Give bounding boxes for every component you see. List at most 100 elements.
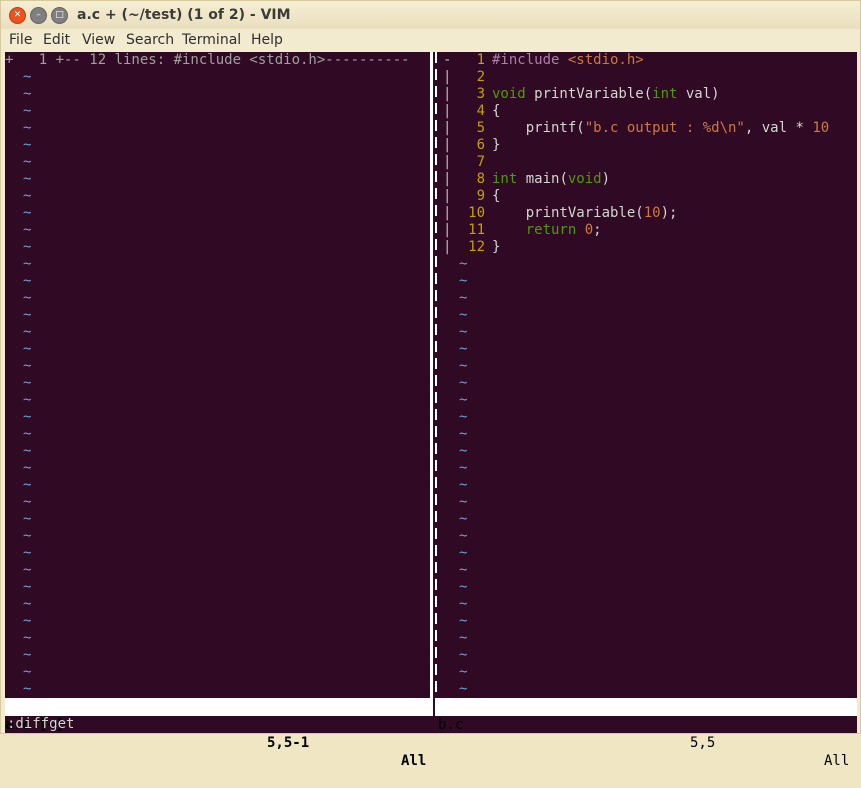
- empty-line: ~: [5, 137, 430, 154]
- right-diff-pane[interactable]: -1 #include <stdio.h> | 2 | 3 void printVariab…: [437, 52, 857, 698]
- code-token: 10: [643, 205, 661, 221]
- empty-line: ~: [437, 562, 857, 579]
- code-token: 0: [584, 222, 594, 238]
- diff-fold-column: |: [443, 154, 452, 170]
- tilde-marker: ~: [459, 528, 468, 544]
- tilde-marker: ~: [23, 273, 32, 289]
- code-line[interactable]: | 7: [437, 154, 857, 171]
- empty-line: ~: [5, 103, 430, 120]
- diff-fold-column: |: [443, 188, 452, 204]
- left-diff-pane[interactable]: + 1 +-- 12 lines: #include <stdio.h>----…: [5, 52, 430, 698]
- tilde-marker: ~: [23, 307, 32, 323]
- menu-bar: File Edit View Search Terminal Help: [1, 29, 860, 51]
- vertical-split-divider[interactable]: [430, 52, 437, 698]
- menu-help[interactable]: Help: [251, 32, 283, 48]
- empty-line: ~: [437, 681, 857, 698]
- empty-line: ~: [5, 86, 430, 103]
- maximize-icon[interactable]: □: [51, 7, 68, 24]
- tilde-marker: ~: [459, 409, 468, 425]
- empty-line: ~: [437, 392, 857, 409]
- close-icon[interactable]: ✕: [9, 7, 26, 24]
- code-token: "b.c output : %d\n": [584, 120, 745, 136]
- tilde-marker: ~: [23, 511, 32, 527]
- empty-line: ~: [437, 579, 857, 596]
- empty-line: ~: [437, 307, 857, 324]
- tilde-marker: ~: [459, 511, 468, 527]
- menu-search[interactable]: Search: [126, 32, 174, 48]
- tilde-marker: ~: [459, 579, 468, 595]
- menu-terminal[interactable]: Terminal: [182, 32, 241, 48]
- empty-line: ~: [5, 630, 430, 647]
- code-token: printf(: [492, 120, 585, 136]
- code-line[interactable]: | 8 int main(void): [437, 171, 857, 188]
- tilde-marker: ~: [459, 494, 468, 510]
- tilde-marker: ~: [23, 596, 32, 612]
- tilde-marker: ~: [459, 273, 468, 289]
- fold-line[interactable]: + 1 +-- 12 lines: #include <stdio.h>----…: [5, 52, 430, 69]
- tilde-marker: ~: [459, 324, 468, 340]
- tilde-marker: ~: [23, 154, 32, 170]
- tilde-marker: ~: [459, 545, 468, 561]
- empty-line: ~: [5, 426, 430, 443]
- code-line[interactable]: | 10 printVariable(10);: [437, 205, 857, 222]
- empty-line: ~: [437, 477, 857, 494]
- menu-file[interactable]: File: [9, 32, 32, 48]
- tilde-marker: ~: [23, 256, 32, 272]
- terminal[interactable]: + 1 +-- 12 lines: #include <stdio.h>----…: [5, 52, 857, 769]
- code-line[interactable]: | 11 return 0;: [437, 222, 857, 239]
- menu-view[interactable]: View: [82, 32, 115, 48]
- empty-line: ~: [5, 154, 430, 171]
- diff-fold-column: |: [443, 171, 452, 187]
- tilde-marker: ~: [459, 596, 468, 612]
- tilde-marker: ~: [23, 188, 32, 204]
- code-line[interactable]: -1 #include <stdio.h>: [437, 52, 857, 69]
- minimize-icon[interactable]: –: [30, 7, 47, 24]
- code-line[interactable]: | 9{: [437, 188, 857, 205]
- empty-line: ~: [437, 290, 857, 307]
- tilde-marker: ~: [23, 528, 32, 544]
- diff-fold-column: |: [443, 69, 452, 85]
- code-line[interactable]: | 6}: [437, 137, 857, 154]
- empty-line: ~: [5, 494, 430, 511]
- tilde-marker: ~: [23, 494, 32, 510]
- tilde-marker: ~: [23, 103, 32, 119]
- empty-line: ~: [437, 545, 857, 562]
- tilde-marker: ~: [23, 409, 32, 425]
- code-token: void: [492, 86, 526, 102]
- tilde-marker: ~: [23, 545, 32, 561]
- code-line[interactable]: | 12}: [437, 239, 857, 256]
- empty-line: ~: [5, 664, 430, 681]
- code-line[interactable]: | 3 void printVariable(int val): [437, 86, 857, 103]
- tilde-marker: ~: [23, 613, 32, 629]
- tilde-marker: ~: [23, 579, 32, 595]
- empty-line: ~: [437, 613, 857, 630]
- empty-line: ~: [437, 511, 857, 528]
- left-status-line: a.c [+] 5,5-1 All: [5, 698, 433, 769]
- code-line[interactable]: | 4{: [437, 103, 857, 120]
- empty-line: ~: [5, 477, 430, 494]
- menu-edit[interactable]: Edit: [43, 32, 70, 48]
- code-token: int: [492, 171, 518, 187]
- code-token: printVariable(: [525, 86, 653, 102]
- empty-line: ~: [5, 579, 430, 596]
- tilde-marker: ~: [23, 460, 32, 476]
- tilde-marker: ~: [23, 341, 32, 357]
- tilde-marker: ~: [459, 341, 468, 357]
- code-line[interactable]: | 5 printf("b.c output : %d\n", val * 10: [437, 120, 857, 137]
- code-token: }: [492, 239, 501, 255]
- code-token: void: [567, 171, 602, 187]
- tilde-marker: ~: [459, 460, 468, 476]
- code-line[interactable]: | 2: [437, 69, 857, 86]
- tilde-marker: ~: [459, 630, 468, 646]
- command-line[interactable]: :diffget: [7, 716, 74, 733]
- tilde-marker: ~: [23, 205, 32, 221]
- empty-line: ~: [437, 647, 857, 664]
- code-token: <stdio.h>: [567, 52, 644, 68]
- diff-fold-column: |: [443, 239, 452, 255]
- empty-line: ~: [5, 681, 430, 698]
- tilde-marker: ~: [459, 307, 468, 323]
- code-token: #include: [492, 52, 568, 68]
- tilde-marker: ~: [459, 290, 468, 306]
- tilde-marker: ~: [23, 477, 32, 493]
